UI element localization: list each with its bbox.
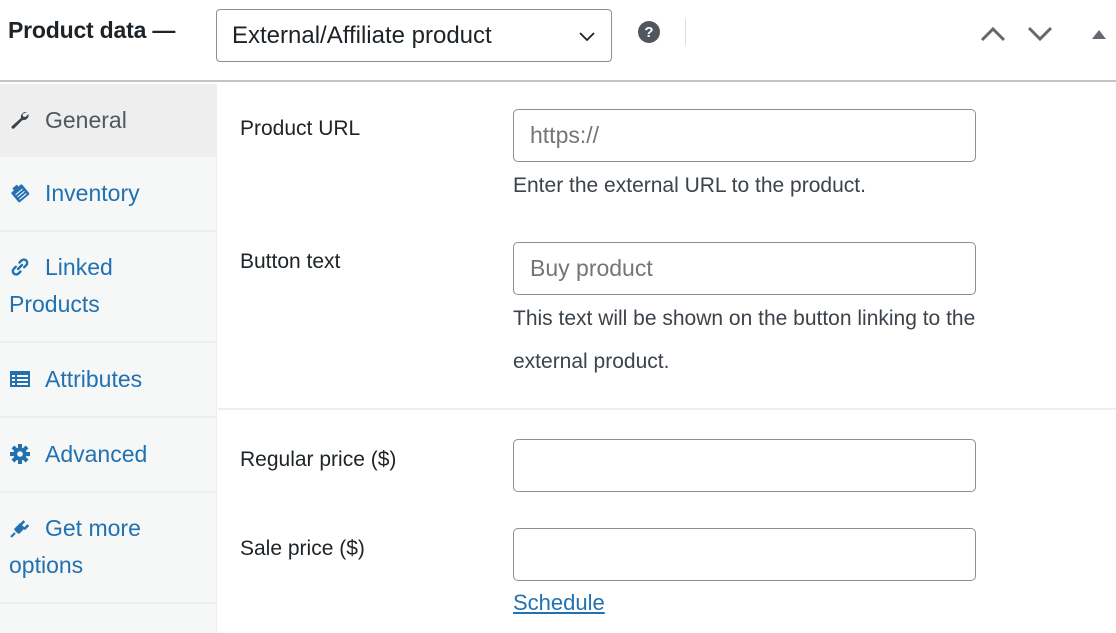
wrench-icon xyxy=(11,111,29,129)
tab-linked-products-label-2: Products xyxy=(9,291,100,317)
regular-price-label: Regular price ($) xyxy=(240,448,397,471)
product-url-description: Enter the external URL to the product. xyxy=(513,174,866,197)
chevron-up-icon xyxy=(980,26,1006,42)
gear-icon xyxy=(10,444,30,464)
question-circle-icon[interactable]: ? xyxy=(638,21,660,43)
product-data-header: Product data — External/Affiliate produc… xyxy=(0,0,1116,82)
sale-price-input[interactable] xyxy=(513,528,976,581)
product-type-select-value: External/Affiliate product xyxy=(232,21,492,49)
button-text-description-line-2: external product. xyxy=(513,350,670,373)
tab-attributes-label: Attributes xyxy=(45,366,143,392)
tab-get-more-options-label-1: Get more xyxy=(45,515,141,541)
tab-general[interactable]: General xyxy=(0,84,216,157)
collapse-toggle-button[interactable] xyxy=(1084,22,1114,46)
link-icon xyxy=(11,258,29,276)
chevron-down-icon xyxy=(1027,26,1053,42)
tab-advanced[interactable]: Advanced xyxy=(0,418,216,493)
plug-icon xyxy=(10,520,30,538)
product-data-title: Product data — xyxy=(8,17,176,43)
tab-linked-products[interactable]: Linked Products xyxy=(0,232,216,343)
section-divider xyxy=(218,408,1116,410)
tab-linked-products-label-1: Linked xyxy=(45,254,113,280)
button-text-label: Button text xyxy=(240,250,341,273)
product-url-input[interactable] xyxy=(513,109,976,162)
tab-attributes[interactable]: Attributes xyxy=(0,343,216,418)
tab-get-more-options[interactable]: Get more options xyxy=(0,493,216,604)
button-text-description-line-1: This text will be shown on the button li… xyxy=(513,307,976,330)
regular-price-input[interactable] xyxy=(513,439,976,492)
tab-inventory[interactable]: Inventory xyxy=(0,157,216,232)
tab-get-more-options-label-2: options xyxy=(9,552,84,578)
tab-inventory-label: Inventory xyxy=(45,180,140,206)
triangle-up-icon xyxy=(1092,30,1106,39)
tab-advanced-label: Advanced xyxy=(45,441,148,467)
list-table-icon xyxy=(10,371,30,387)
button-text-input[interactable] xyxy=(513,242,976,295)
schedule-link[interactable]: Schedule xyxy=(513,590,605,616)
toolbar-divider xyxy=(685,19,686,45)
chevron-down-icon xyxy=(579,32,595,42)
product-url-label: Product URL xyxy=(240,117,361,140)
move-down-button[interactable] xyxy=(1025,22,1055,46)
tab-general-label: General xyxy=(45,107,127,133)
move-up-button[interactable] xyxy=(978,22,1008,46)
sale-price-label: Sale price ($) xyxy=(240,537,365,560)
product-data-tabs: General Inventory Linked Products Attrib… xyxy=(0,84,217,633)
clipboard-tag-icon xyxy=(11,184,30,203)
product-type-select[interactable]: External/Affiliate product xyxy=(216,9,612,62)
